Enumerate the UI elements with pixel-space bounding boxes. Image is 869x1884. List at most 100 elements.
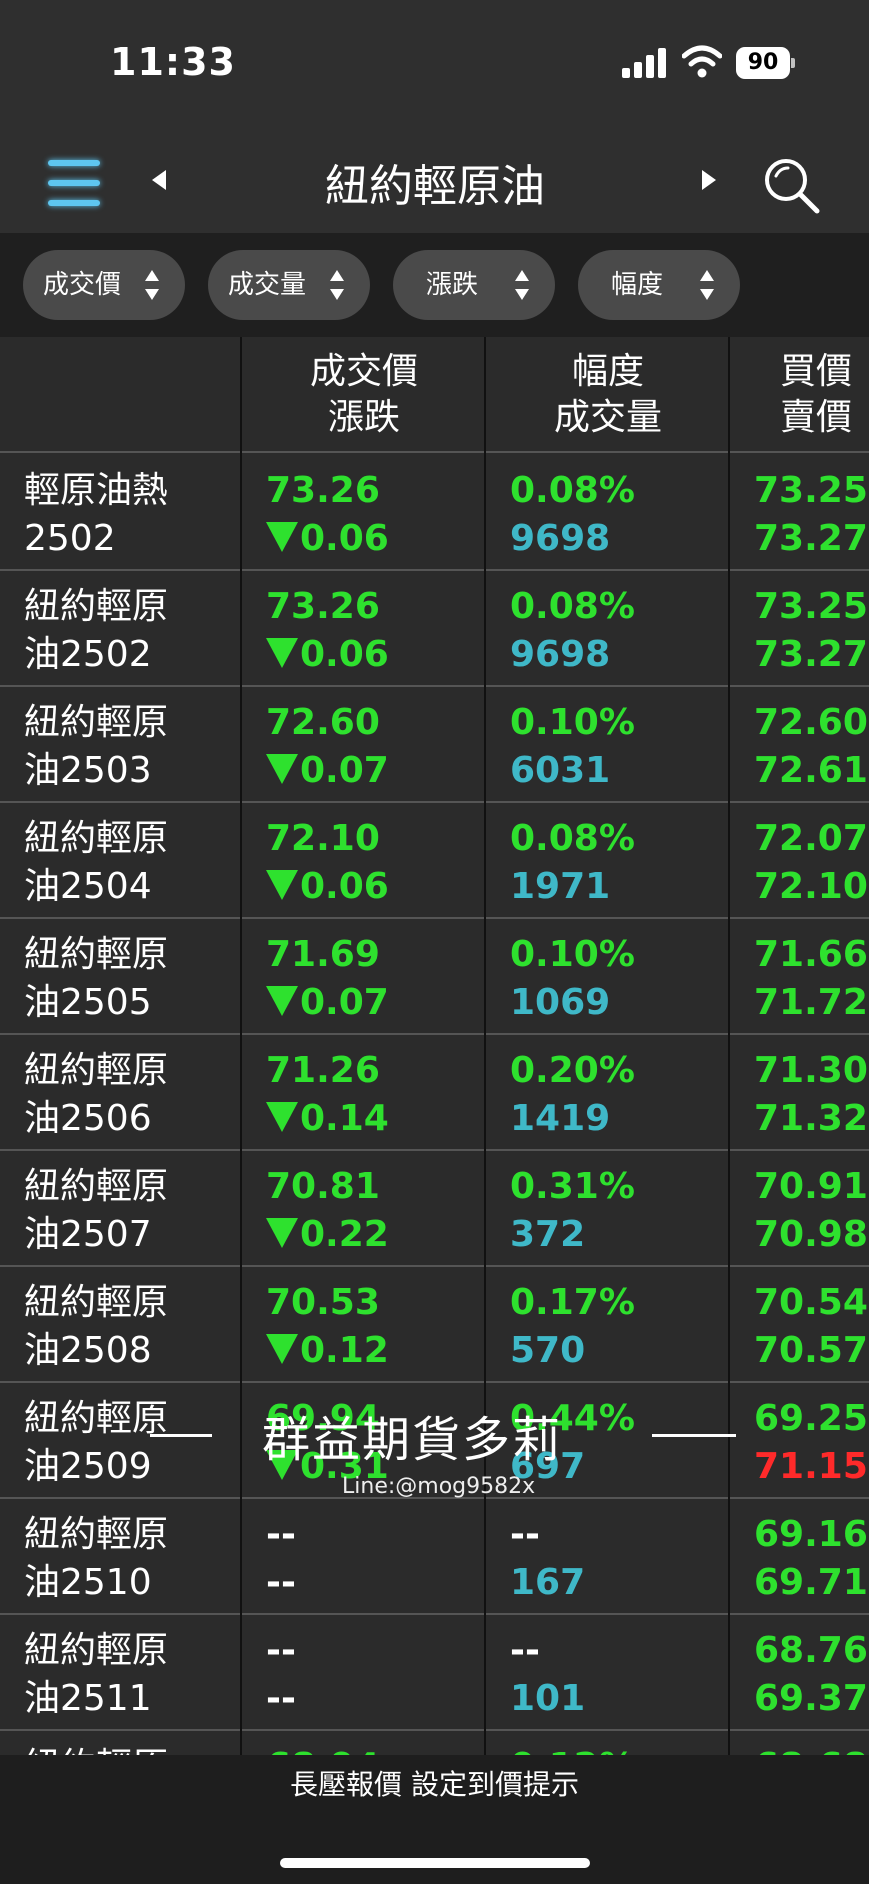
table-row[interactable]: 紐約輕原 油2507 70.81 0.22 0.31% 372 70.91 70.98 (0, 1149, 869, 1267)
table-row[interactable]: 紐約輕原 油2505 71.69 0.07 0.10% 1069 71.66 71.72 (0, 917, 869, 1035)
menu-icon[interactable] (48, 158, 104, 208)
percent-volume-cell: 0.12% (510, 1743, 635, 1755)
header-percent-volume[interactable]: 幅度 成交量 (488, 349, 728, 441)
volume: 1069 (510, 982, 611, 1023)
price-change-value: 0.14 (300, 1098, 389, 1139)
price-alert-hint[interactable]: 長壓報價 設定到價提示 (0, 1763, 869, 1803)
filter-bar: 成交價 成交量 漲跌 幅度 (0, 233, 869, 337)
table-header: 成交價 漲跌 幅度 成交量 買價 賣價 (0, 337, 869, 453)
last-price: 70.81 (266, 1166, 380, 1207)
price-change: 0.07 (266, 747, 389, 795)
bid-ask-cell: 69.16 69.71 (754, 1511, 868, 1607)
search-icon[interactable] (762, 156, 822, 216)
status-bar: 11:33 90 (0, 0, 869, 120)
next-arrow-icon[interactable] (702, 170, 716, 190)
filter-percent-chip[interactable]: 幅度 (578, 250, 740, 320)
percent-volume-cell: 0.08% 1971 (510, 815, 635, 911)
price-change-cell: 71.69 0.07 (266, 931, 389, 1027)
ask-price: 70.57 (754, 1330, 868, 1371)
contract-name: 紐約輕原 油2509 (24, 1395, 168, 1491)
contract-name: 紐約輕原 油2510 (24, 1511, 168, 1607)
header-bid-label: 買價 (780, 351, 853, 392)
last-price: -- (266, 1630, 296, 1671)
sort-icon (145, 270, 159, 300)
bid-ask-cell: 69.25 71.15 (754, 1395, 868, 1491)
price-change: -- (266, 1559, 296, 1607)
percent-volume-cell: 0.31% 372 (510, 1163, 635, 1259)
percent-volume-cell: 0.08% 9698 (510, 467, 635, 563)
last-price: 72.60 (266, 702, 380, 743)
price-change-cell: 71.26 0.14 (266, 1047, 389, 1143)
volume: 9698 (510, 634, 611, 675)
bid-price: 72.07 (754, 818, 868, 859)
percent-change: 0.08% (510, 818, 635, 859)
contract-name-line1: 紐約輕原 (24, 1743, 168, 1755)
ask-price: 69.37 (754, 1678, 868, 1719)
contract-name-line1: 紐約輕原 (24, 934, 169, 975)
contract-name: 紐約輕原油2505 (24, 931, 168, 1027)
header-bid-ask[interactable]: 買價 賣價 (780, 349, 869, 441)
table-row[interactable]: 紐約輕原 油2510 -- -- -- 167 69.16 69.71 (0, 1497, 869, 1615)
filter-change-chip[interactable]: 漲跌 (393, 250, 555, 320)
contract-name-line1: 紐約輕原 (24, 1282, 169, 1323)
table-row[interactable]: 紐約輕原 油2508 70.53 0.12 0.17% 570 70.54 70.57 (0, 1265, 869, 1383)
volume: 101 (510, 1678, 586, 1719)
price-change-cell: 72.60 0.07 (266, 699, 389, 795)
percent-volume-cell: 0.17% 570 (510, 1279, 635, 1375)
price-change: 0.14 (266, 1095, 389, 1143)
percent-change: 0.17% (510, 1282, 635, 1323)
contract-name: 紐約輕原 油2506 (24, 1047, 168, 1143)
ask-price: 70.98 (754, 1214, 868, 1255)
price-change: 0.22 (266, 1211, 389, 1259)
table-row[interactable]: 紐約輕原 油2504 72.10 0.06 0.08% 1971 72.07 72.10 (0, 801, 869, 919)
contract-name-line1: 紐約輕原 (24, 1398, 169, 1439)
page-title: 紐約輕原油 (325, 161, 545, 212)
bid-ask-cell: 68.76 69.37 (754, 1627, 868, 1723)
filter-label: 漲跌 (425, 270, 478, 300)
bid-ask-cell: 73.25 73.27 (754, 583, 868, 679)
table-row[interactable]: 輕原油熱 2502 73.26 0.06 0.08% 9698 73.25 73.27 (0, 453, 869, 571)
contract-name-line1: 紐約輕原 (24, 1166, 169, 1207)
price-change: 0.07 (266, 979, 389, 1027)
contract-name: 紐約輕原 油2504 (24, 815, 168, 911)
header-ask-label: 賣價 (780, 397, 853, 438)
contract-name-line2: 油2511 (24, 1678, 152, 1719)
previous-arrow-icon[interactable] (152, 170, 166, 190)
down-triangle-icon (266, 986, 298, 1016)
contract-name-line1: 紐約輕原 (24, 818, 169, 859)
percent-change: 0.10% (510, 702, 635, 743)
percent-volume-cell: 0.10% 6031 (510, 699, 635, 795)
percent-change: 0.12% (510, 1743, 635, 1755)
table-row[interactable]: 紐約輕原油2512 68.94 0.12% 68.68 (0, 1729, 869, 1755)
contract-name-line1: 紐約輕原 (24, 1514, 169, 1555)
contract-name-line2: 2502 (24, 518, 116, 559)
header-percent-label: 幅度 (571, 351, 644, 392)
contract-name: 紐約輕原 油2508 (24, 1279, 168, 1375)
contract-name-line2: 油2505 (24, 982, 152, 1023)
volume: 1971 (510, 866, 611, 907)
contract-name-line1: 紐約輕原 (24, 1630, 169, 1671)
filter-label: 成交價 (42, 270, 121, 300)
table-row[interactable]: 紐約輕原 油2506 71.26 0.14 0.20% 1419 71.30 71.32 (0, 1033, 869, 1151)
contract-name: 紐約輕原油2511 (24, 1627, 168, 1723)
column-divider (240, 337, 242, 1755)
table-row[interactable]: 紐約輕原 油2503 72.60 0.07 0.10% 6031 72.60 72.61 (0, 685, 869, 803)
table-row[interactable]: 紐約輕原 油2502 73.26 0.06 0.08% 9698 73.25 73.27 (0, 569, 869, 687)
home-indicator[interactable] (280, 1858, 590, 1868)
percent-volume-cell: -- 167 (510, 1511, 585, 1607)
filter-label: 成交量 (227, 270, 306, 300)
ask-price: 71.15 (754, 1446, 868, 1487)
filter-volume-chip[interactable]: 成交量 (208, 250, 370, 320)
price-change-value: 0.07 (300, 982, 389, 1023)
contract-name-line1: 紐約輕原 (24, 1050, 169, 1091)
down-triangle-icon (266, 522, 298, 552)
price-change: 0.06 (266, 631, 389, 679)
quote-table: 成交價 漲跌 幅度 成交量 買價 賣價 輕原油熱 2502 73.26 0.06 0.0… (0, 337, 869, 1755)
last-price: 70.53 (266, 1282, 380, 1323)
header-price-change[interactable]: 成交價 漲跌 (244, 349, 484, 441)
bid-price: 68.68 (754, 1743, 868, 1755)
percent-volume-cell: -- 101 (510, 1627, 585, 1723)
table-row[interactable]: 紐約輕原 油2511 -- -- -- 101 68.76 69.37 (0, 1613, 869, 1731)
filter-price-chip[interactable]: 成交價 (23, 250, 185, 320)
contract-name: 紐約輕原油2512 (24, 1743, 168, 1755)
